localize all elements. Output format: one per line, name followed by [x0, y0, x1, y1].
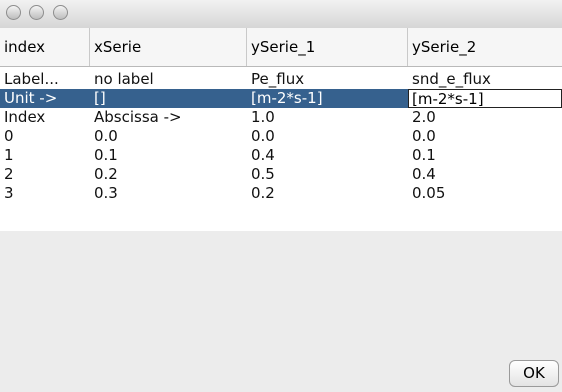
window-titlebar — [0, 0, 562, 29]
table-cell[interactable]: 2.0 — [408, 108, 562, 127]
table-cell[interactable]: Pe_flux — [247, 70, 408, 89]
table-cell[interactable]: 0.05 — [408, 184, 562, 203]
table-row[interactable]: 2 0.2 0.5 0.4 — [0, 165, 562, 184]
table-cell[interactable]: 3 — [0, 184, 90, 203]
table-cell[interactable]: 0.4 — [408, 165, 562, 184]
table-cell[interactable]: 1 — [0, 146, 90, 165]
column-header-index[interactable]: index — [0, 28, 90, 66]
table-row-index[interactable]: Index Abscissa -> 1.0 2.0 — [0, 108, 562, 127]
table-cell[interactable]: 0.0 — [408, 127, 562, 146]
column-header-yserie-2[interactable]: ySerie_2 — [408, 28, 562, 66]
table-cell[interactable]: 2 — [0, 165, 90, 184]
table-cell[interactable]: 0.1 — [408, 146, 562, 165]
table-cell[interactable]: Unit -> — [0, 89, 90, 108]
table-row-label[interactable]: Label... no label Pe_flux snd_e_flux — [0, 70, 562, 89]
column-header-yserie-1[interactable]: ySerie_1 — [247, 28, 408, 66]
cell-editor-input[interactable] — [408, 89, 562, 108]
table-cell[interactable]: Abscissa -> — [90, 108, 247, 127]
table-cell[interactable]: no label — [90, 70, 247, 89]
column-header-xserie[interactable]: xSerie — [90, 28, 247, 66]
table-cell[interactable]: 0.0 — [90, 127, 247, 146]
table-cell[interactable]: Index — [0, 108, 90, 127]
table-row[interactable]: 3 0.3 0.2 0.05 — [0, 184, 562, 203]
zoom-icon[interactable] — [53, 5, 68, 20]
data-table: index xSerie ySerie_1 ySerie_2 Label... … — [0, 28, 562, 231]
table-header: index xSerie ySerie_1 ySerie_2 — [0, 28, 562, 67]
table-cell[interactable]: 0.3 — [90, 184, 247, 203]
table-row[interactable]: 0 0.0 0.0 0.0 — [0, 127, 562, 146]
table-row-unit[interactable]: Unit -> [] [m-2*s-1] — [0, 89, 562, 108]
table-cell[interactable]: 0 — [0, 127, 90, 146]
close-icon[interactable] — [6, 5, 21, 20]
table-cell[interactable]: 0.1 — [90, 146, 247, 165]
ok-button[interactable]: OK — [509, 360, 559, 387]
table-cell[interactable]: 0.5 — [247, 165, 408, 184]
table-cell[interactable]: snd_e_flux — [408, 70, 562, 89]
table-cell[interactable]: 0.2 — [247, 184, 408, 203]
table-cell[interactable]: 0.0 — [247, 127, 408, 146]
table-cell[interactable]: Label... — [0, 70, 90, 89]
minimize-icon[interactable] — [29, 5, 44, 20]
table-cell[interactable]: 0.4 — [247, 146, 408, 165]
table-row[interactable]: 1 0.1 0.4 0.1 — [0, 146, 562, 165]
table-cell[interactable]: [] — [90, 89, 247, 108]
table-cell[interactable]: 0.2 — [90, 165, 247, 184]
table-cell[interactable]: 1.0 — [247, 108, 408, 127]
table-cell[interactable]: [m-2*s-1] — [247, 89, 408, 108]
